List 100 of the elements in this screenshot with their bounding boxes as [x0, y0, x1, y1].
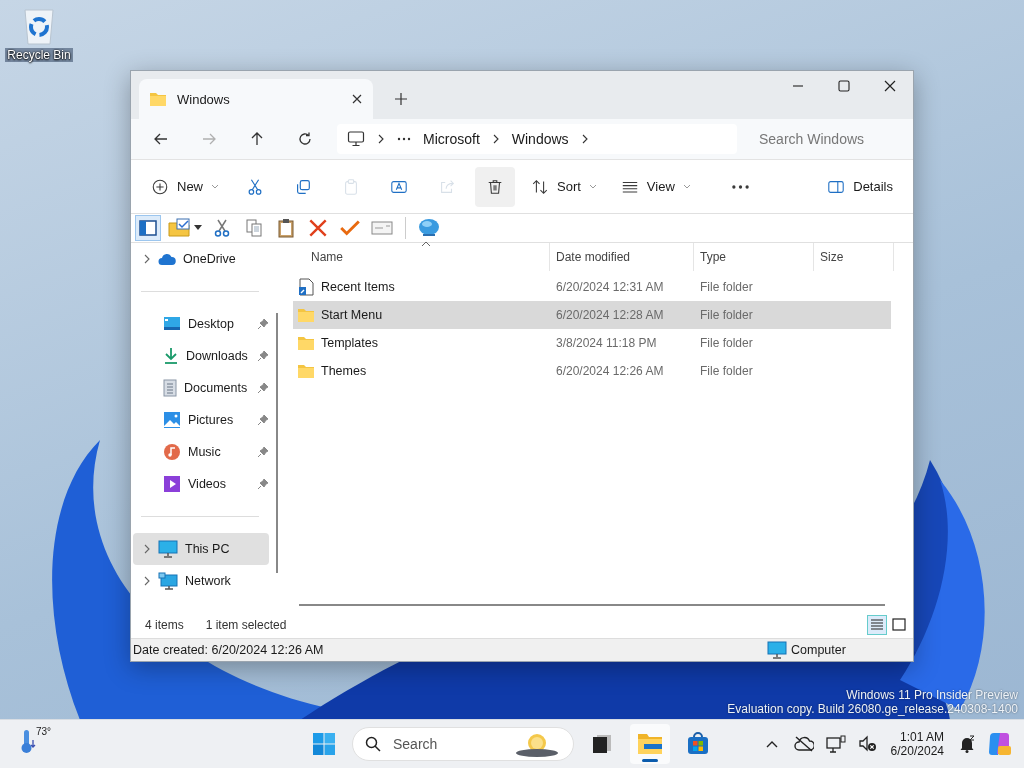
chevron-right-icon — [580, 134, 589, 144]
sort-button[interactable]: Sort — [523, 166, 605, 207]
desktop-icon-label[interactable]: Recycle Bin — [5, 48, 73, 62]
refresh-icon — [297, 131, 313, 147]
chevron-right-icon — [143, 544, 151, 554]
chevron-right-icon — [143, 254, 151, 264]
view-button[interactable]: View — [612, 166, 699, 207]
pin-icon — [257, 414, 269, 426]
file-name: Start Menu — [321, 308, 383, 322]
date-cell-text: 6/20/2024 12:31 AM — [555, 280, 665, 294]
shortcut-file-icon — [297, 278, 315, 296]
forward-arrow-icon — [201, 131, 217, 147]
explorer-taskbar-button[interactable] — [630, 724, 670, 764]
nav-item[interactable]: Network — [133, 565, 269, 597]
nav-item[interactable]: Music — [133, 436, 269, 468]
pin-icon — [257, 382, 269, 394]
delete-button[interactable] — [475, 166, 515, 207]
nav-item[interactable]: Videos — [133, 468, 269, 500]
music-note-icon — [163, 443, 181, 461]
details-button[interactable]: Details — [819, 166, 901, 207]
scissors-icon — [212, 218, 232, 238]
close-icon — [351, 93, 363, 105]
chevron-right-icon — [377, 134, 385, 144]
breadcrumb-item[interactable]: Microsoft — [423, 131, 480, 147]
pane-tool-button[interactable] — [135, 215, 161, 241]
list-view-icon — [870, 618, 884, 632]
file-name: Themes — [321, 364, 367, 378]
document-icon — [163, 379, 177, 397]
file-row[interactable]: Start Menu 6/20/2024 12:28 AM File folder — [293, 301, 891, 329]
globe-icon — [417, 217, 441, 239]
tile-view-icon — [892, 618, 906, 632]
date-created-text: Date created: 6/20/2024 12:26 AM — [133, 643, 324, 657]
taskbar-search-bar[interactable]: Search — [352, 727, 574, 761]
search-input[interactable]: Search — [391, 735, 505, 753]
dark-window-icon — [592, 734, 612, 754]
windows-logo-icon — [312, 732, 336, 756]
cloud-off-icon — [793, 736, 814, 752]
type-cell-text: File folder — [699, 364, 754, 378]
date-cell-text: 6/20/2024 12:26 AM — [555, 364, 665, 378]
breadcrumb-item[interactable]: Windows — [511, 131, 569, 147]
location-text: Computer — [791, 643, 846, 657]
caret-icon — [194, 225, 202, 231]
nav-item[interactable]: Documents — [133, 372, 269, 404]
address-bar[interactable]: Microsoft Windows — [337, 124, 737, 154]
copilot-icon — [986, 731, 1012, 757]
nav-item[interactable]: Downloads — [133, 340, 269, 372]
column-header[interactable]: Type — [694, 243, 814, 271]
pin-icon — [257, 350, 269, 362]
type-cell-text: File folder — [699, 280, 754, 294]
folder-icon — [297, 363, 315, 379]
cross-icon — [307, 217, 329, 239]
sort-caret-icon — [421, 241, 431, 247]
folder-icon — [149, 91, 167, 107]
chevron-right-icon — [143, 576, 151, 586]
file-row[interactable]: Recent Items 6/20/2024 12:31 AM File folder — [293, 273, 891, 301]
pin-icon — [257, 318, 269, 330]
horizontal-scrollbar[interactable] — [299, 604, 885, 606]
store-bag-icon — [686, 732, 710, 756]
weather-widget[interactable]: 73° — [20, 726, 52, 754]
column-header[interactable]: Date modified — [550, 243, 694, 271]
cloud-icon — [158, 252, 176, 266]
details-view-button[interactable] — [867, 615, 887, 635]
recycle-bin-icon — [21, 6, 57, 46]
monitor-icon — [158, 540, 178, 558]
caret-icon — [588, 183, 597, 190]
speaker-muted-icon — [857, 735, 878, 753]
file-row[interactable]: Templates 3/8/2024 11:18 PM File folder — [293, 329, 891, 357]
file-row[interactable]: Themes 6/20/2024 12:26 AM File folder — [293, 357, 891, 385]
bell-snooze-icon — [958, 735, 976, 753]
wired-network-icon — [825, 735, 846, 753]
column-header[interactable]: Size — [814, 243, 894, 271]
monitor-icon — [767, 641, 787, 659]
date-cell-text: 3/8/2024 11:18 PM — [555, 336, 658, 350]
nav-item[interactable]: Pictures — [133, 404, 269, 436]
new-button[interactable]: New — [143, 166, 227, 207]
pane-icon — [138, 218, 158, 238]
network-icon — [158, 572, 178, 590]
file-name: Templates — [321, 336, 378, 350]
nav-item[interactable]: Desktop — [133, 308, 269, 340]
column-header[interactable]: Name — [293, 243, 550, 271]
date-cell-text: 6/20/2024 12:28 AM — [555, 308, 665, 322]
nav-item[interactable]: This PC — [133, 533, 269, 565]
desktop-icon — [163, 316, 181, 332]
clipboard-icon — [276, 218, 296, 238]
folder-icon — [297, 307, 315, 323]
vertical-scrollbar[interactable] — [276, 313, 278, 573]
nav-item[interactable]: OneDrive — [133, 243, 269, 275]
back-arrow-icon — [153, 131, 169, 147]
folder-icon — [637, 732, 663, 756]
caret-icon — [682, 183, 691, 190]
selection-count: 1 item selected — [205, 618, 287, 632]
clock[interactable]: 1:01 AM 6/20/2024 — [884, 724, 950, 764]
pin-icon — [257, 446, 269, 458]
window-tab[interactable]: Windows — [139, 79, 373, 119]
video-icon — [163, 475, 181, 493]
up-arrow-icon — [249, 131, 265, 147]
chevron-right-icon — [491, 134, 500, 144]
folder-icon — [297, 335, 315, 351]
card-icon — [371, 219, 393, 237]
type-cell-text: File folder — [699, 336, 754, 350]
